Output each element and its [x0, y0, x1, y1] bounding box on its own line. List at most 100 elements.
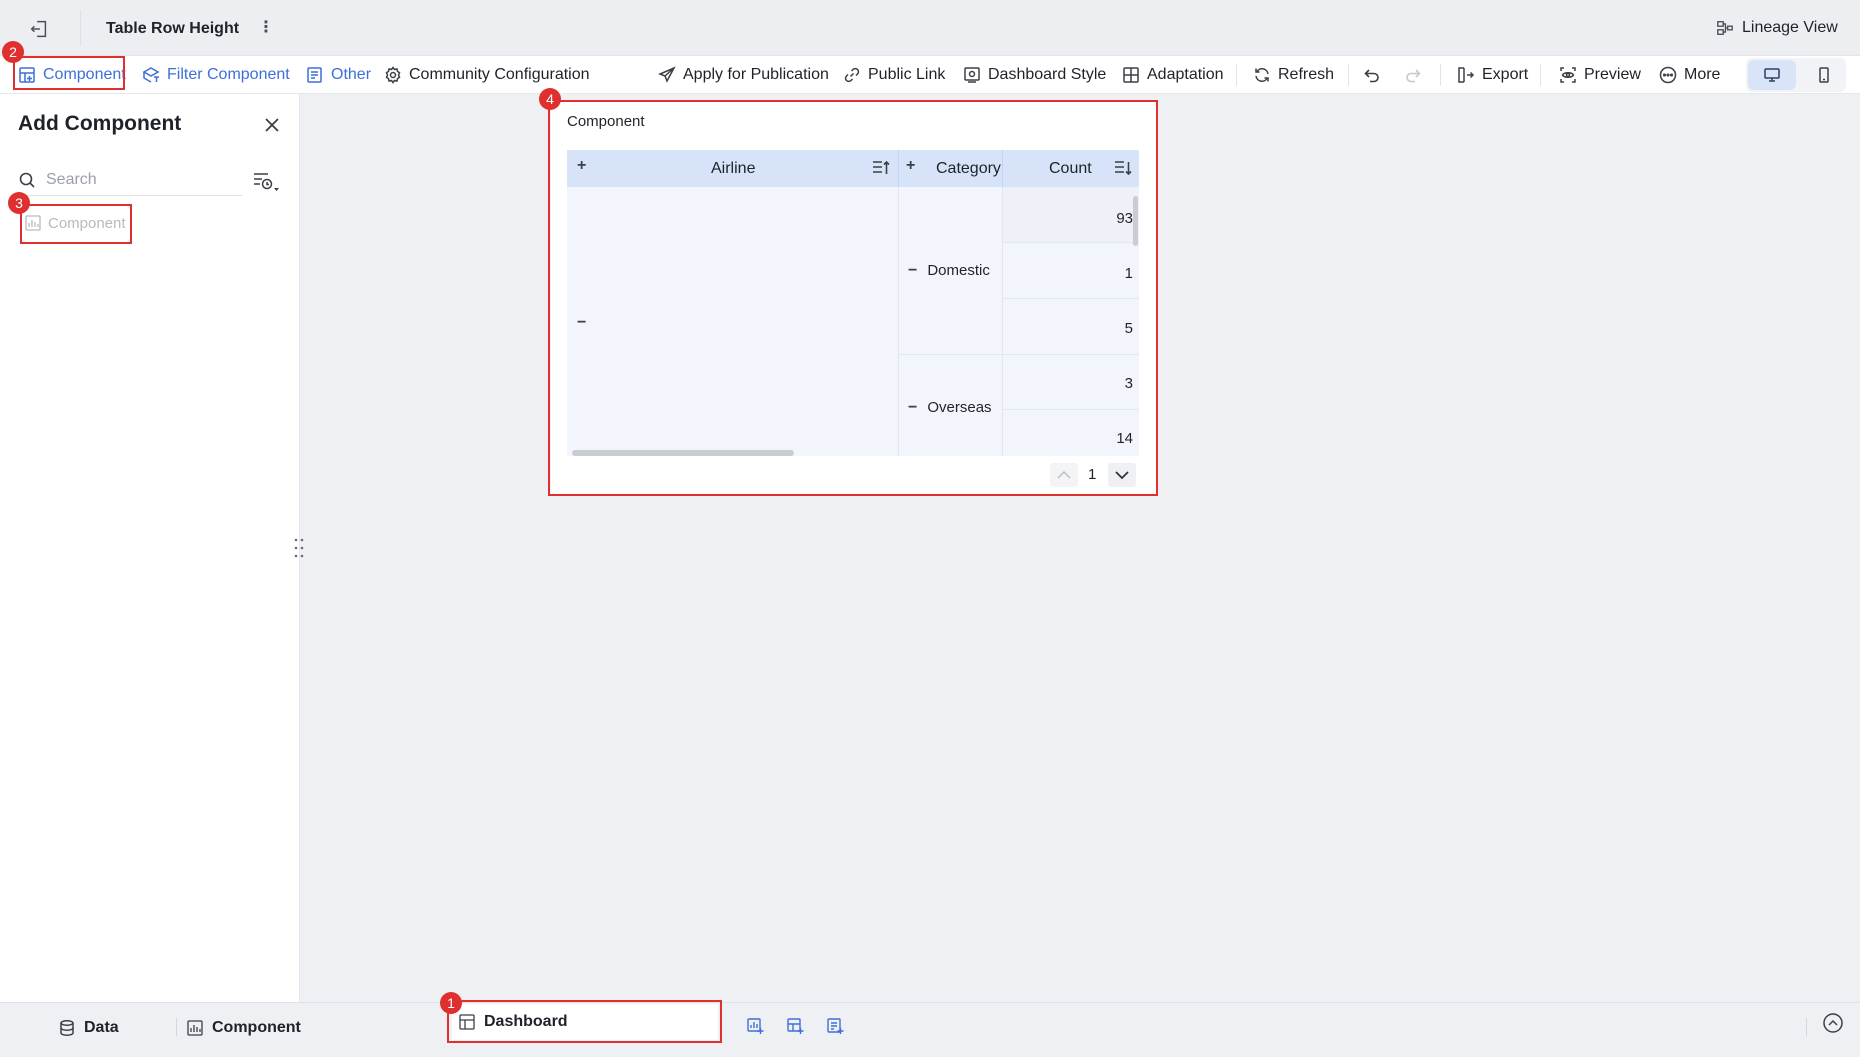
chevron-up-icon: [1056, 470, 1072, 480]
category-overseas-label: Overseas: [927, 399, 992, 416]
row-divider: [898, 354, 1002, 355]
filter-component-label: Filter Component: [167, 66, 290, 83]
redo-button[interactable]: [1404, 64, 1422, 86]
filter-history-icon[interactable]: [250, 168, 282, 196]
page-number: 1: [1088, 466, 1097, 483]
annotation-badge-1: 1: [440, 992, 462, 1014]
panel-title: Add Component: [18, 112, 182, 135]
drag-handle-icon[interactable]: [292, 536, 306, 560]
apply-publication-button[interactable]: Apply for Publication: [658, 64, 829, 86]
add-report-button[interactable]: [821, 1012, 849, 1040]
redo-icon: [1404, 66, 1422, 84]
component-item-label: Component: [48, 214, 126, 232]
add-chart-button[interactable]: [741, 1012, 769, 1040]
more-label: More: [1684, 66, 1721, 83]
close-icon[interactable]: [262, 115, 282, 135]
refresh-button[interactable]: Refresh: [1253, 64, 1334, 86]
sort-icon[interactable]: [871, 159, 891, 177]
sort-icon[interactable]: [1113, 159, 1133, 177]
collapse-airline-icon[interactable]: −: [577, 314, 586, 332]
annotation-badge-2: 2: [2, 41, 24, 63]
header-category: + Category: [898, 150, 1002, 187]
toolbar-divider: [1236, 64, 1237, 86]
preview-button[interactable]: Preview: [1559, 64, 1641, 86]
export-label: Export: [1482, 66, 1529, 83]
preview-label: Preview: [1584, 66, 1641, 83]
toolbar-divider: [1348, 64, 1349, 86]
add-chart-icon: [746, 1017, 764, 1035]
airline-cell: [567, 187, 898, 456]
more-vertical-icon[interactable]: ⋮: [258, 18, 274, 38]
filter-component-button[interactable]: Filter Component: [142, 64, 290, 86]
more-horizontal-icon: [1659, 66, 1677, 84]
page-title: Table Row Height: [106, 20, 240, 37]
adaptation-icon: [1122, 66, 1140, 84]
column-divider: [898, 187, 899, 456]
collapse-bar-button[interactable]: [1822, 1012, 1850, 1040]
count-cell: 14: [1116, 430, 1133, 447]
other-label: Other: [331, 66, 372, 83]
adaptation-button[interactable]: Adaptation: [1122, 64, 1224, 86]
expand-category-icon[interactable]: +: [906, 157, 915, 175]
row-divider: [1003, 298, 1139, 299]
collapse-overseas-icon[interactable]: −: [908, 399, 917, 417]
refresh-icon: [1253, 66, 1271, 84]
title-divider: [80, 10, 81, 46]
component-tab[interactable]: Component: [186, 1014, 301, 1042]
other-icon: [306, 66, 324, 84]
undo-button[interactable]: [1363, 64, 1381, 86]
count-cell: 1: [1124, 265, 1133, 282]
search-input[interactable]: [46, 170, 226, 189]
dashboard-style-button[interactable]: Dashboard Style: [963, 64, 1106, 86]
row-divider: [1003, 242, 1139, 243]
chart-icon: [24, 214, 42, 232]
page-down-button[interactable]: [1108, 463, 1136, 487]
add-report-icon: [826, 1017, 844, 1035]
undo-icon: [1363, 66, 1381, 84]
add-component-icon: [18, 66, 36, 84]
refresh-label: Refresh: [1278, 66, 1335, 83]
toolbar-divider: [1540, 64, 1541, 86]
community-configuration-label: Community Configuration: [409, 66, 590, 83]
mobile-view-button[interactable]: [1806, 60, 1842, 90]
row-divider: [1003, 354, 1139, 355]
public-link-button[interactable]: Public Link: [843, 64, 945, 86]
component-button[interactable]: Component: [18, 64, 126, 86]
annotation-badge-3: 3: [8, 192, 30, 214]
search-box: [18, 164, 242, 196]
title-bar: [0, 0, 1860, 56]
dashboard-tab[interactable]: Dashboard: [452, 1004, 718, 1040]
lineage-icon: [1716, 19, 1734, 37]
data-tab-label: Data: [84, 1019, 119, 1036]
component-list-item[interactable]: Component: [24, 214, 126, 232]
send-icon: [658, 66, 676, 84]
exit-icon[interactable]: [28, 18, 52, 42]
vertical-scrollbar[interactable]: [1133, 196, 1138, 246]
horizontal-scrollbar[interactable]: [572, 450, 794, 456]
header-divider: [1002, 150, 1003, 187]
desktop-view-button[interactable]: [1748, 60, 1796, 90]
header-divider: [898, 150, 899, 187]
add-dashboard-button[interactable]: [781, 1012, 809, 1040]
dashboard-style-label: Dashboard Style: [988, 66, 1107, 83]
community-configuration-button[interactable]: Community Configuration: [384, 64, 590, 86]
category-row-domestic: − Domestic: [908, 262, 990, 280]
export-button[interactable]: Export: [1457, 64, 1528, 86]
public-link-label: Public Link: [868, 66, 946, 83]
lineage-view-button[interactable]: Lineage View: [1716, 19, 1838, 37]
header-airline-label: Airline: [711, 160, 756, 177]
gear-icon: [384, 66, 402, 84]
data-tab[interactable]: Data: [58, 1014, 119, 1042]
row-divider: [1003, 409, 1139, 410]
category-domestic-label: Domestic: [927, 262, 990, 279]
expand-airline-icon[interactable]: +: [577, 157, 586, 175]
other-button[interactable]: Other: [306, 64, 371, 86]
chevron-up-circle-icon: [1822, 1012, 1850, 1034]
collapse-domestic-icon[interactable]: −: [908, 262, 917, 280]
page-up-button[interactable]: [1050, 463, 1078, 487]
more-button[interactable]: More: [1659, 64, 1720, 86]
mobile-icon: [1815, 66, 1833, 84]
category-row-overseas: − Overseas: [908, 399, 992, 417]
adaptation-label: Adaptation: [1147, 66, 1224, 83]
link-icon: [843, 66, 861, 84]
